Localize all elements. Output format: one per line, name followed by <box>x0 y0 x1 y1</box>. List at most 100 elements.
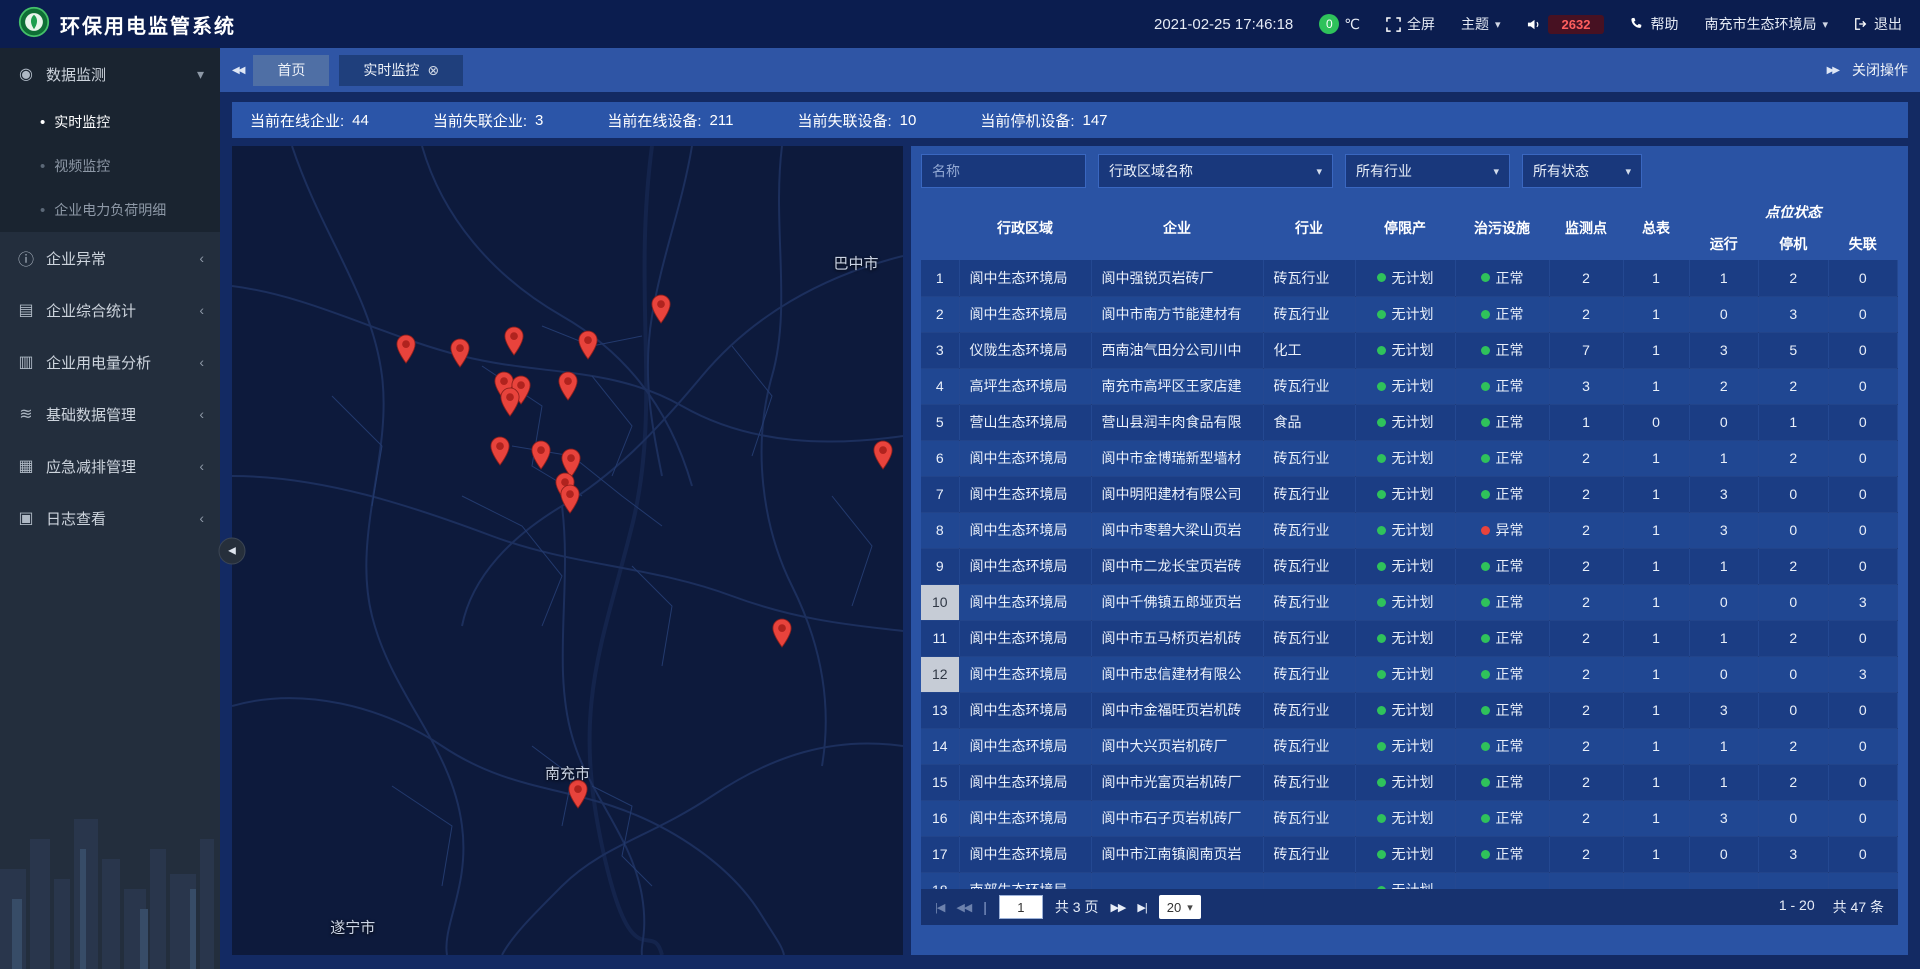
status-text: 正常 <box>1496 484 1524 504</box>
table-row[interactable]: 6阆中生态环境局阆中市金博瑞新型墙材砖瓦行业无计划正常21120 <box>921 440 1898 476</box>
industry-cell: 砖瓦行业 <box>1263 620 1355 656</box>
page-number-input[interactable] <box>999 895 1043 919</box>
speaker-icon <box>1527 17 1542 32</box>
map-pin[interactable] <box>559 484 580 514</box>
monitor-cell: 2 <box>1549 584 1623 620</box>
status-wrap: 无计划 <box>1377 484 1434 504</box>
map-collapse-button[interactable]: ◀ <box>219 537 246 564</box>
sidebar-section-header[interactable]: ◉数据监测▾ <box>0 48 220 100</box>
industry-cell: 砖瓦行业 <box>1263 692 1355 728</box>
industry-cell: 砖瓦行业 <box>1263 368 1355 404</box>
sidebar-section-1: ⓘ企业异常‹ <box>0 232 220 284</box>
map-pin[interactable] <box>490 436 511 466</box>
total-cell: 1 <box>1623 620 1689 656</box>
sidebar-subitem-0[interactable]: •实时监控 <box>0 100 220 144</box>
datetime: 2021-02-25 17:46:18 <box>1154 16 1293 33</box>
stat-value: 3 <box>535 112 543 129</box>
table-row[interactable]: 10阆中生态环境局阆中千佛镇五郎垭页岩砖瓦行业无计划正常21003 <box>921 584 1898 620</box>
map-pin[interactable] <box>503 326 524 356</box>
company-cell: 西南油气田分公司川中 <box>1091 332 1263 368</box>
help-button[interactable]: 帮助 <box>1630 14 1678 34</box>
table-row[interactable]: 12阆中生态环境局阆中市忠信建材有限公砖瓦行业无计划正常21003 <box>921 656 1898 692</box>
caret-down-icon: ▾ <box>1822 18 1828 31</box>
table-row[interactable]: 8阆中生态环境局阆中市枣碧大梁山页岩砖瓦行业无计划异常21300 <box>921 512 1898 548</box>
last-page-button[interactable]: ▶| <box>1137 901 1146 914</box>
table-row[interactable]: 3仪陇生态环境局西南油气田分公司川中化工无计划正常71350 <box>921 332 1898 368</box>
sidebar-subitem-2[interactable]: •企业电力负荷明细 <box>0 188 220 232</box>
map-pin[interactable] <box>530 440 551 470</box>
table-row[interactable]: 11阆中生态环境局阆中市五马桥页岩机砖砖瓦行业无计划正常21120 <box>921 620 1898 656</box>
alarm-indicator[interactable]: 2632 <box>1527 15 1605 34</box>
sidebar-section-header[interactable]: ▦应急减排管理‹ <box>0 440 220 492</box>
table-row[interactable]: 14阆中生态环境局阆中大兴页岩机砖厂砖瓦行业无计划正常21120 <box>921 728 1898 764</box>
map-pin[interactable] <box>557 371 578 401</box>
tab-home[interactable]: 首页 <box>253 55 329 86</box>
sidebar-section-header[interactable]: ≋基础数据管理‹ <box>0 388 220 440</box>
prev-page-button[interactable]: ◀◀ <box>956 901 971 914</box>
status-wrap: 无计划 <box>1377 556 1434 576</box>
industry-filter-select[interactable]: 所有行业 ▾ <box>1345 154 1510 188</box>
table-row[interactable]: 7阆中生态环境局阆中明阳建材有限公司砖瓦行业无计划正常21300 <box>921 476 1898 512</box>
run-cell: 1 <box>1689 548 1759 584</box>
status-cell: 无计划 <box>1355 512 1455 548</box>
sidebar-section-header[interactable]: ▥企业用电量分析‹ <box>0 336 220 388</box>
pagination-bar: |◀ ◀◀ | 共 3 页 ▶▶ ▶| 20 ▾ 1 - 20 共 47 条 <box>921 889 1898 925</box>
sidebar-section-header[interactable]: ⓘ企业异常‹ <box>0 232 220 284</box>
table-row[interactable]: 5营山生态环境局营山县润丰肉食品有限食品无计划正常10010 <box>921 404 1898 440</box>
company-cell: 阆中市金博瑞新型墙材 <box>1091 440 1263 476</box>
status-filter-select[interactable]: 所有状态 ▾ <box>1522 154 1642 188</box>
map-pin[interactable] <box>772 618 793 648</box>
chevron-left-icon: ‹ <box>199 510 204 526</box>
table-row[interactable]: 4高坪生态环境局南充市高坪区王家店建砖瓦行业无计划正常31220 <box>921 368 1898 404</box>
sidebar-subitem-1[interactable]: •视频监控 <box>0 144 220 188</box>
table-row[interactable]: 1阆中生态环境局阆中强锐页岩砖厂砖瓦行业无计划正常21120 <box>921 260 1898 296</box>
scroll-tabs-left-button[interactable]: ◀◀ <box>232 65 243 76</box>
name-filter-input[interactable] <box>921 154 1086 188</box>
map-pin[interactable] <box>567 779 588 809</box>
lost-cell: 0 <box>1828 512 1898 548</box>
first-page-button[interactable]: |◀ <box>935 901 944 914</box>
sidebar-section-label: 数据监测 <box>46 64 106 85</box>
map-pin[interactable] <box>872 440 893 470</box>
theme-menu[interactable]: 主题 ▾ <box>1461 14 1501 34</box>
table-row[interactable]: 18南部生态环境局无计划 <box>921 872 1898 889</box>
sidebar-section-header[interactable]: ▤企业综合统计‹ <box>0 284 220 336</box>
map-pin[interactable] <box>577 330 598 360</box>
status-text: 无计划 <box>1392 700 1434 720</box>
range-label: 1 - 20 <box>1779 897 1815 917</box>
map-pin[interactable] <box>450 338 471 368</box>
map-pin[interactable] <box>651 294 672 324</box>
enterprise-table: 行政区域 企业 行业 停限产 治污设施 监测点 总表 点位状态 运行 <box>921 196 1898 889</box>
table-row[interactable]: 9阆中生态环境局阆中市二龙长宝页岩砖砖瓦行业无计划正常21120 <box>921 548 1898 584</box>
stopped-cell: 1 <box>1759 404 1829 440</box>
page-size-select[interactable]: 20 ▾ <box>1159 895 1201 919</box>
table-row[interactable]: 15阆中生态环境局阆中市光富页岩机砖厂砖瓦行业无计划正常21120 <box>921 764 1898 800</box>
column-index <box>921 196 959 260</box>
close-operations-button[interactable]: 关闭操作 <box>1852 60 1908 80</box>
total-cell: 1 <box>1623 800 1689 836</box>
next-page-button[interactable]: ▶▶ <box>1110 901 1125 914</box>
company-cell: 阆中市二龙长宝页岩砖 <box>1091 548 1263 584</box>
org-menu[interactable]: 南充市生态环境局 ▾ <box>1704 14 1828 34</box>
fullscreen-button[interactable]: 全屏 <box>1386 14 1435 34</box>
table-row[interactable]: 2阆中生态环境局阆中市南方节能建材有砖瓦行业无计划正常21030 <box>921 296 1898 332</box>
status-dot <box>1481 706 1490 715</box>
table-row[interactable]: 16阆中生态环境局阆中市石子页岩机砖厂砖瓦行业无计划正常21300 <box>921 800 1898 836</box>
total-cell: 1 <box>1623 656 1689 692</box>
table-row[interactable]: 17阆中生态环境局阆中市江南镇阆南页岩砖瓦行业无计划正常21030 <box>921 836 1898 872</box>
status-text: 无计划 <box>1392 664 1434 684</box>
table-row[interactable]: 13阆中生态环境局阆中市金福旺页岩机砖砖瓦行业无计划正常21300 <box>921 692 1898 728</box>
status-dot <box>1481 526 1490 535</box>
logout-button[interactable]: 退出 <box>1854 14 1902 34</box>
region-filter-select[interactable]: 行政区域名称 ▾ <box>1098 154 1333 188</box>
tab-realtime-monitor[interactable]: 实时监控 ⊗ <box>339 55 463 86</box>
map-canvas[interactable]: 巴中市南充市遂宁市 <box>232 146 903 955</box>
map-pin[interactable] <box>500 387 521 417</box>
org-label: 南充市生态环境局 <box>1704 14 1816 34</box>
map-pin[interactable] <box>396 334 417 364</box>
status-cell: 正常 <box>1455 296 1549 332</box>
tab-close-icon[interactable]: ⊗ <box>427 62 439 79</box>
sidebar-section-header[interactable]: ▣日志查看‹ <box>0 492 220 544</box>
scroll-tabs-right-button[interactable]: ▶▶ <box>1827 65 1838 76</box>
stat-label: 当前失联设备: <box>797 110 891 131</box>
